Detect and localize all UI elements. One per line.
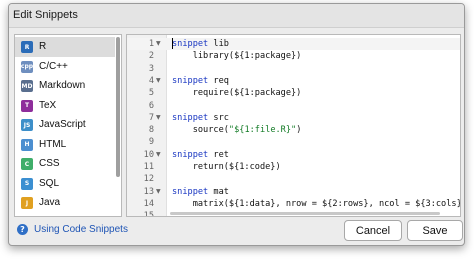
language-item-label: JavaScript	[39, 119, 86, 130]
code-segment: source(	[172, 125, 229, 136]
line-number: 4	[148, 75, 154, 86]
line-number: 5	[148, 88, 154, 99]
line-number: 8	[148, 125, 154, 136]
code-text: matrix(${1:data}, nrow = ${2:rows}, ncol…	[172, 198, 461, 209]
code-line: 12	[127, 173, 460, 185]
snippet-keyword: snippet	[172, 186, 209, 197]
line-number: 3	[148, 63, 154, 74]
snippet-keyword: snippet	[172, 75, 209, 86]
code-line: 7 ▼ snippet src	[127, 112, 460, 124]
line-number: 6	[148, 100, 154, 111]
title-bar: Edit Snippets	[9, 4, 464, 28]
fold-arrow-icon[interactable]: ▼	[156, 186, 165, 198]
language-item-c-c-[interactable]: cpp C/C++	[15, 57, 115, 77]
line-number: 13	[143, 186, 154, 197]
java-file-icon: J	[21, 197, 33, 209]
line-number: 1	[148, 39, 154, 49]
snippet-name: req	[208, 75, 229, 86]
fold-arrow-icon[interactable]: ▼	[156, 75, 165, 87]
code-line: 15	[127, 210, 460, 217]
html-file-icon: H	[21, 138, 33, 151]
cancel-button[interactable]: Cancel	[344, 220, 402, 241]
language-item-label: SQL	[39, 177, 60, 189]
using-code-snippets-link[interactable]: Using Code Snippets	[34, 224, 128, 235]
line-number: 11	[143, 162, 154, 172]
code-line: 9	[127, 136, 460, 148]
sql-file-icon: S	[21, 177, 33, 190]
line-number: 10	[143, 149, 154, 160]
line-number: 9	[148, 137, 154, 148]
code-line: 5 require(${1:package})	[127, 87, 460, 99]
cpp-file-icon: cpp	[21, 60, 33, 73]
language-item-label: CSS	[39, 158, 60, 169]
help-link-row[interactable]: ? Using Code Snippets	[17, 221, 128, 237]
code-text: snippet lib	[172, 38, 229, 50]
language-item-javascript[interactable]: JS JavaScript	[15, 115, 115, 135]
code-line: 11 return(${1:code})	[127, 161, 460, 173]
language-list-scrollbar[interactable]	[116, 37, 120, 177]
snippet-name: ret	[208, 149, 229, 160]
line-number: 14	[143, 198, 154, 209]
line-number: 12	[143, 174, 154, 185]
language-item-markdown[interactable]: MD Markdown	[15, 76, 115, 96]
line-number: 2	[148, 51, 154, 62]
code-text: require(${1:package})	[172, 88, 302, 99]
snippet-name: mat	[208, 186, 229, 197]
language-item-label: Java	[39, 197, 61, 208]
language-item-label: TeX	[39, 99, 57, 111]
help-question-icon: ?	[17, 223, 28, 235]
language-item-label: Markdown	[39, 80, 86, 91]
code-text: snippet src	[172, 112, 229, 124]
language-item-css[interactable]: C CSS	[15, 154, 115, 174]
tex-file-icon: T	[21, 99, 33, 112]
edit-snippets-dialog: Edit Snippets R Rcpp C/C++ MD Markdown T TeX JS…	[8, 3, 465, 246]
language-item-java[interactable]: J Java	[15, 193, 115, 213]
code-text: source("${1:file.R}")	[172, 124, 302, 136]
code-text: snippet mat	[172, 186, 229, 198]
code-segment: )	[296, 125, 302, 136]
language-item-html[interactable]: H HTML	[15, 135, 115, 155]
fold-arrow-icon[interactable]: ▼	[156, 149, 165, 161]
r-language-icon: R	[21, 41, 33, 53]
code-line: 3	[127, 63, 460, 75]
css-file-icon: C	[21, 158, 33, 170]
language-item-label: R	[39, 41, 47, 52]
code-line: 1 ▼ snippet lib	[127, 38, 460, 51]
language-item-r[interactable]: RR	[15, 37, 115, 57]
code-line: 6	[127, 100, 460, 112]
language-item-label: C/C++	[39, 60, 68, 72]
snippet-name: lib	[208, 39, 229, 49]
markdown-file-icon: MD	[21, 80, 33, 92]
snippet-keyword: snippet	[172, 39, 209, 49]
fold-arrow-icon[interactable]: ▼	[156, 38, 165, 50]
fold-arrow-icon[interactable]: ▼	[156, 112, 165, 124]
code-text: snippet req	[172, 75, 229, 87]
code-text: return(${1:code})	[172, 162, 281, 172]
string-literal: "${1:file.R}"	[228, 125, 297, 136]
language-list[interactable]: R Rcpp C/C++ MD Markdown T TeX JS JavaScript H HTM…	[14, 34, 122, 217]
line-number: 15	[143, 211, 154, 217]
code-line: 14 matrix(${1:data}, nrow = ${2:rows}, n…	[127, 198, 461, 210]
language-item-label: HTML	[39, 138, 67, 150]
code-line: 2 library(${1:package})	[127, 50, 460, 62]
code-text: library(${1:package})	[172, 51, 302, 62]
code-line: 8 source("${1:file.R}")	[127, 124, 460, 136]
snippet-editor[interactable]: 1 ▼ snippet lib 2 library(${1:package}) 3 4 ▼ s…	[126, 34, 461, 217]
code-line: 13 ▼ snippet mat	[127, 186, 460, 198]
language-item-tex[interactable]: T TeX	[15, 96, 115, 116]
javascript-file-icon: JS	[21, 119, 33, 131]
snippet-keyword: snippet	[172, 149, 209, 160]
save-button[interactable]: Save	[407, 220, 463, 241]
snippet-keyword: snippet	[172, 112, 209, 123]
language-item-sql[interactable]: S SQL	[15, 174, 115, 194]
line-number: 7	[148, 112, 154, 123]
snippet-name: src	[208, 112, 229, 123]
code-text: snippet ret	[172, 149, 229, 161]
text-cursor	[172, 38, 173, 49]
code-line: 10 ▼ snippet ret	[127, 149, 460, 161]
code-line: 4 ▼ snippet req	[127, 75, 460, 87]
dialog-title: Edit Snippets	[13, 9, 78, 21]
